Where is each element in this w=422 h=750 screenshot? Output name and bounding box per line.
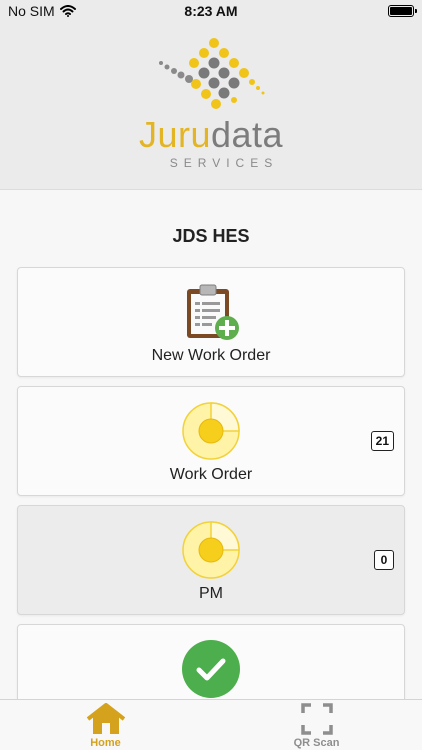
page-title: JDS HES (172, 226, 250, 246)
logo-juru-text: Juru (138, 114, 211, 155)
new-work-order-card[interactable]: New Work Order (17, 267, 405, 377)
card-label: New Work Order (151, 347, 271, 364)
tab-qr-scan[interactable]: QR Scan (211, 700, 422, 750)
status-time: 8:23 AM (184, 3, 238, 19)
checkmark-icon (182, 640, 240, 698)
app-header: Jurudata SERVICES (0, 22, 422, 190)
dial-icon (182, 521, 240, 579)
tab-home-label: Home (90, 737, 121, 749)
status-bar: No SIM 8:23 AM (0, 0, 422, 22)
pm-card[interactable]: PM 0 (17, 505, 405, 615)
clipboard-add-icon (187, 284, 239, 340)
battery-icon (388, 5, 417, 17)
tab-home[interactable]: Home (0, 700, 211, 750)
jurudata-logo-mark (159, 38, 265, 109)
tab-bar: Home QR Scan (0, 699, 422, 750)
qr-scan-icon (300, 703, 333, 735)
tab-qr-scan-label: QR Scan (293, 737, 340, 749)
logo-wordmark: Jurudata (0, 114, 422, 156)
logo-data-text: data (210, 114, 284, 155)
work-order-count-badge: 21 (370, 431, 394, 451)
home-icon (86, 703, 125, 734)
logo-services-text: SERVICES (169, 156, 279, 170)
dial-icon (182, 402, 240, 460)
card-label: PM (199, 585, 223, 602)
card-label: Work Order (169, 466, 253, 483)
work-order-card[interactable]: Work Order 21 (17, 386, 405, 496)
pm-count-badge: 0 (374, 550, 394, 570)
